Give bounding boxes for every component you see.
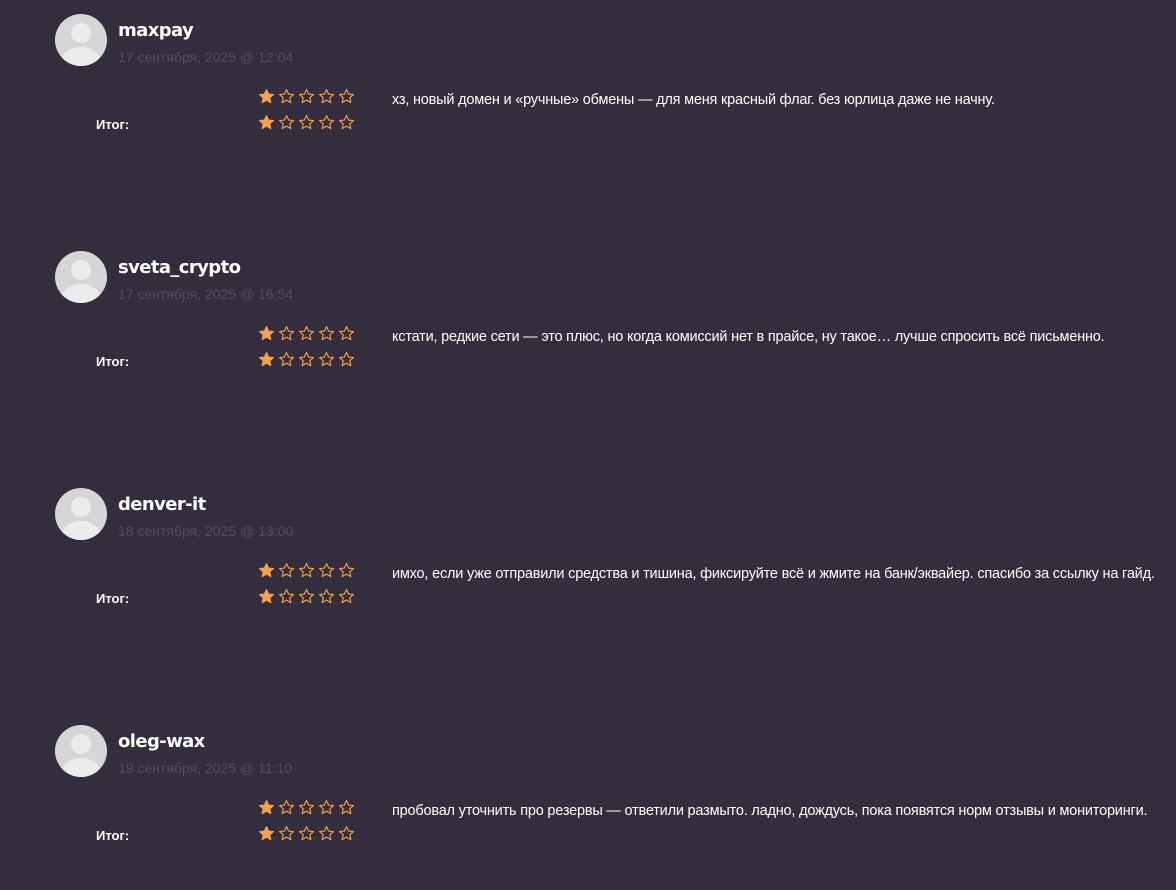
review-comment: пробовал уточнить про резервы — ответили… bbox=[392, 803, 1148, 819]
star-outline-icon bbox=[318, 351, 335, 367]
star-filled-icon bbox=[258, 562, 275, 578]
star-outline-icon bbox=[298, 325, 315, 341]
star-outline-icon bbox=[338, 825, 355, 841]
avatar bbox=[55, 725, 107, 777]
star-outline-icon bbox=[338, 325, 355, 341]
star-filled-icon bbox=[258, 114, 275, 130]
star-rating bbox=[258, 325, 355, 345]
star-filled-icon bbox=[258, 588, 275, 604]
star-outline-icon bbox=[318, 114, 335, 130]
summary-star-rating bbox=[258, 588, 355, 608]
star-outline-icon bbox=[278, 88, 295, 104]
star-outline-icon bbox=[298, 588, 315, 604]
star-outline-icon bbox=[298, 825, 315, 841]
star-outline-icon bbox=[318, 588, 335, 604]
review-username: sveta_crypto bbox=[118, 257, 241, 278]
star-outline-icon bbox=[278, 825, 295, 841]
summary-label: Итог: bbox=[96, 591, 130, 606]
review-username: maxpay bbox=[118, 20, 194, 41]
star-outline-icon bbox=[338, 588, 355, 604]
review-username: oleg-wax bbox=[118, 731, 205, 752]
star-outline-icon bbox=[338, 114, 355, 130]
star-outline-icon bbox=[278, 799, 295, 815]
summary-label: Итог: bbox=[96, 117, 130, 132]
star-filled-icon bbox=[258, 825, 275, 841]
review-date: 18 сентября, 2025 @ 13:00 bbox=[118, 523, 294, 539]
star-rating bbox=[258, 88, 355, 108]
review-comment: хз, новый домен и «ручные» обмены — для … bbox=[392, 92, 995, 108]
star-outline-icon bbox=[298, 114, 315, 130]
star-outline-icon bbox=[318, 799, 335, 815]
star-outline-icon bbox=[278, 114, 295, 130]
summary-star-rating bbox=[258, 825, 355, 845]
review-comment: имхо, если уже отправили средства и тиши… bbox=[392, 566, 1155, 582]
summary-star-rating bbox=[258, 351, 355, 371]
star-outline-icon bbox=[278, 351, 295, 367]
review-item: maxpay 17 сентября, 2025 @ 12:04 Итог: х… bbox=[0, 0, 1176, 160]
star-outline-icon bbox=[318, 325, 335, 341]
avatar bbox=[55, 14, 107, 66]
star-outline-icon bbox=[338, 351, 355, 367]
star-outline-icon bbox=[298, 562, 315, 578]
star-filled-icon bbox=[258, 799, 275, 815]
review-date: 17 сентября, 2025 @ 16:54 bbox=[118, 286, 294, 302]
star-outline-icon bbox=[338, 799, 355, 815]
star-filled-icon bbox=[258, 351, 275, 367]
star-outline-icon bbox=[318, 562, 335, 578]
star-outline-icon bbox=[298, 88, 315, 104]
review-item: oleg-wax 19 сентября, 2025 @ 11:10 Итог:… bbox=[0, 711, 1176, 871]
avatar bbox=[55, 251, 107, 303]
summary-star-rating bbox=[258, 114, 355, 134]
summary-label: Итог: bbox=[96, 828, 130, 843]
review-username: denver-it bbox=[118, 494, 206, 515]
star-filled-icon bbox=[258, 88, 275, 104]
review-comment: кстати, редкие сети — это плюс, но когда… bbox=[392, 329, 1105, 345]
star-outline-icon bbox=[278, 588, 295, 604]
review-date: 19 сентября, 2025 @ 11:10 bbox=[118, 760, 293, 776]
star-rating bbox=[258, 562, 355, 582]
star-outline-icon bbox=[338, 562, 355, 578]
star-rating bbox=[258, 799, 355, 819]
review-date: 17 сентября, 2025 @ 12:04 bbox=[118, 49, 294, 65]
star-outline-icon bbox=[318, 825, 335, 841]
star-outline-icon bbox=[298, 799, 315, 815]
summary-label: Итог: bbox=[96, 354, 130, 369]
star-outline-icon bbox=[338, 88, 355, 104]
star-outline-icon bbox=[318, 88, 335, 104]
review-item: sveta_crypto 17 сентября, 2025 @ 16:54 И… bbox=[0, 237, 1176, 397]
star-filled-icon bbox=[258, 325, 275, 341]
avatar bbox=[55, 488, 107, 540]
star-outline-icon bbox=[298, 351, 315, 367]
star-outline-icon bbox=[278, 562, 295, 578]
review-item: denver-it 18 сентября, 2025 @ 13:00 Итог… bbox=[0, 474, 1176, 634]
star-outline-icon bbox=[278, 325, 295, 341]
